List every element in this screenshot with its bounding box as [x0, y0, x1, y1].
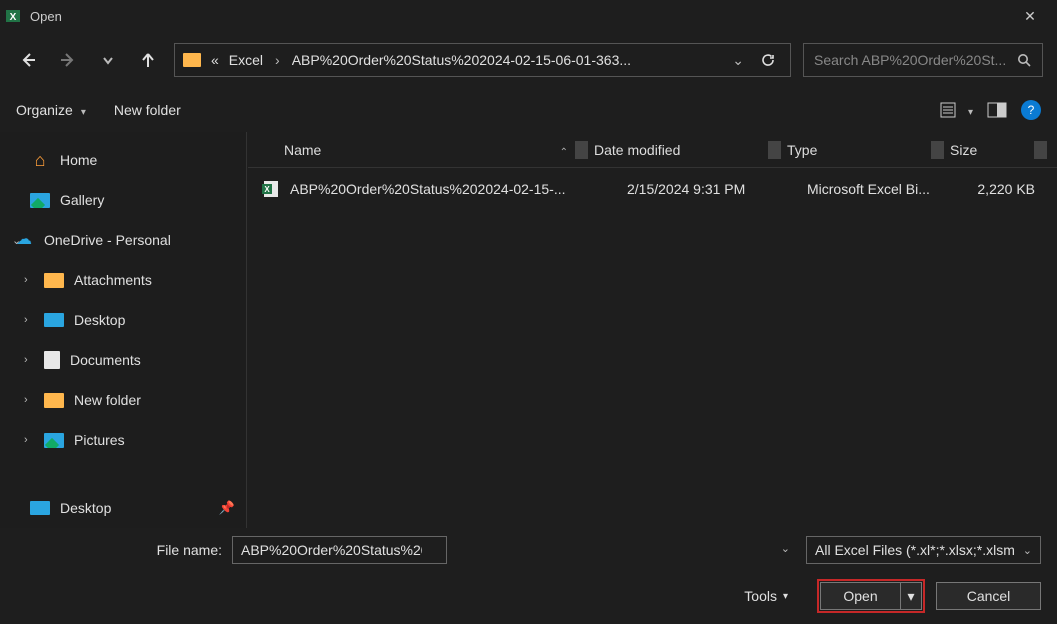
filename-input[interactable]: [232, 536, 447, 564]
documents-icon: [44, 351, 60, 369]
tree-desktop-local[interactable]: Desktop 📌: [0, 488, 247, 528]
view-menu[interactable]: [940, 102, 973, 118]
chevron-down-icon[interactable]: ⌄: [12, 234, 21, 247]
chevron-right-icon[interactable]: ›: [24, 394, 28, 406]
tree-onedrive[interactable]: ⌄ ☁ OneDrive - Personal: [0, 220, 247, 260]
cancel-button[interactable]: Cancel: [936, 582, 1041, 610]
search-placeholder: Search ABP%20Order%20St...: [814, 52, 1006, 68]
forward-button[interactable]: [54, 46, 82, 74]
svg-text:X: X: [10, 12, 17, 23]
chevron-down-icon: ⌄: [1023, 544, 1032, 557]
folder-icon: [44, 273, 64, 288]
help-button[interactable]: ?: [1021, 100, 1041, 120]
search-icon: [1017, 53, 1032, 68]
breadcrumb-part[interactable]: Excel: [229, 52, 263, 68]
tree-gallery[interactable]: Gallery: [0, 180, 247, 220]
address-bar[interactable]: « Excel ABP%20Order%20Status%202024-02-1…: [174, 43, 791, 77]
main-area: ⌂ Home Gallery ⌄ ☁ OneDrive - Personal ›…: [0, 132, 1057, 528]
tree-home[interactable]: ⌂ Home: [0, 140, 247, 180]
file-row[interactable]: X ABP%20Order%20Status%202024-02-15-... …: [248, 168, 1057, 210]
tree-newfolder[interactable]: › New folder: [0, 380, 247, 420]
excel-app-icon: X: [4, 7, 22, 25]
col-size[interactable]: Size: [944, 142, 1034, 158]
desktop-icon: [44, 313, 64, 327]
col-date[interactable]: Date modified: [588, 142, 768, 158]
filename-label: File name:: [16, 542, 222, 558]
tree-desktop[interactable]: › Desktop: [0, 300, 247, 340]
recent-dropdown[interactable]: [94, 46, 122, 74]
pictures-icon: [44, 433, 64, 448]
file-type-filter[interactable]: All Excel Files (*.xl*;*.xlsx;*.xlsm ⌄: [806, 536, 1041, 564]
pin-icon: 📌: [219, 500, 235, 516]
col-type[interactable]: Type: [781, 142, 931, 158]
tree-attachments[interactable]: › Attachments: [0, 260, 247, 300]
file-type: Microsoft Excel Bi...: [807, 181, 957, 197]
breadcrumb-part[interactable]: ABP%20Order%20Status%202024-02-15-06-01-…: [292, 52, 631, 68]
search-input[interactable]: Search ABP%20Order%20St...: [803, 43, 1043, 77]
file-name: ABP%20Order%20Status%202024-02-15-...: [290, 181, 627, 197]
new-folder-button[interactable]: New folder: [114, 102, 181, 118]
nav-row: « Excel ABP%20Order%20Status%202024-02-1…: [0, 32, 1057, 88]
titlebar: X Open ✕: [0, 0, 1057, 32]
breadcrumb-ellipsis: «: [211, 52, 219, 68]
sort-indicator-icon: [560, 142, 568, 158]
open-button-group: Open ▾: [820, 582, 922, 610]
close-button[interactable]: ✕: [1007, 8, 1053, 25]
chevron-right-icon[interactable]: ›: [24, 274, 28, 286]
tree-documents[interactable]: › Documents: [0, 340, 247, 380]
home-icon: ⌂: [30, 151, 50, 169]
chevron-right-icon[interactable]: ›: [24, 434, 28, 446]
column-headers[interactable]: Name Date modified Type Size: [248, 132, 1057, 168]
address-dropdown[interactable]: ⌄: [732, 52, 744, 69]
file-date: 2/15/2024 9:31 PM: [627, 181, 807, 197]
organize-menu[interactable]: Organize: [16, 102, 86, 118]
preview-pane-button[interactable]: [987, 102, 1007, 118]
tools-menu[interactable]: Tools ▾: [744, 588, 788, 604]
file-size: 2,220 KB: [957, 181, 1047, 197]
desktop-icon: [30, 501, 50, 515]
back-button[interactable]: [14, 46, 42, 74]
nav-tree[interactable]: ⌂ Home Gallery ⌄ ☁ OneDrive - Personal ›…: [0, 132, 248, 528]
chevron-right-icon[interactable]: ›: [24, 354, 28, 366]
file-pane: Name Date modified Type Size X ABP%20Ord…: [248, 132, 1057, 528]
refresh-button[interactable]: [754, 46, 782, 74]
folder-icon: [44, 393, 64, 408]
excel-file-icon: X: [262, 180, 280, 198]
up-button[interactable]: [134, 46, 162, 74]
svg-text:X: X: [264, 185, 270, 194]
breadcrumb-sep: [273, 52, 282, 68]
chevron-right-icon[interactable]: ›: [24, 314, 28, 326]
filename-dropdown-icon[interactable]: ⌄: [781, 542, 790, 555]
gallery-icon: [30, 193, 50, 208]
col-name[interactable]: Name: [278, 142, 575, 158]
open-button[interactable]: Open: [820, 582, 900, 610]
folder-icon: [183, 53, 201, 67]
tree-pictures[interactable]: › Pictures: [0, 420, 247, 460]
toolbar: Organize New folder ?: [0, 88, 1057, 132]
bottom-bar: File name: ⌄ All Excel Files (*.xl*;*.xl…: [0, 528, 1057, 624]
open-dropdown[interactable]: ▾: [900, 582, 922, 610]
window-title: Open: [30, 9, 1007, 24]
